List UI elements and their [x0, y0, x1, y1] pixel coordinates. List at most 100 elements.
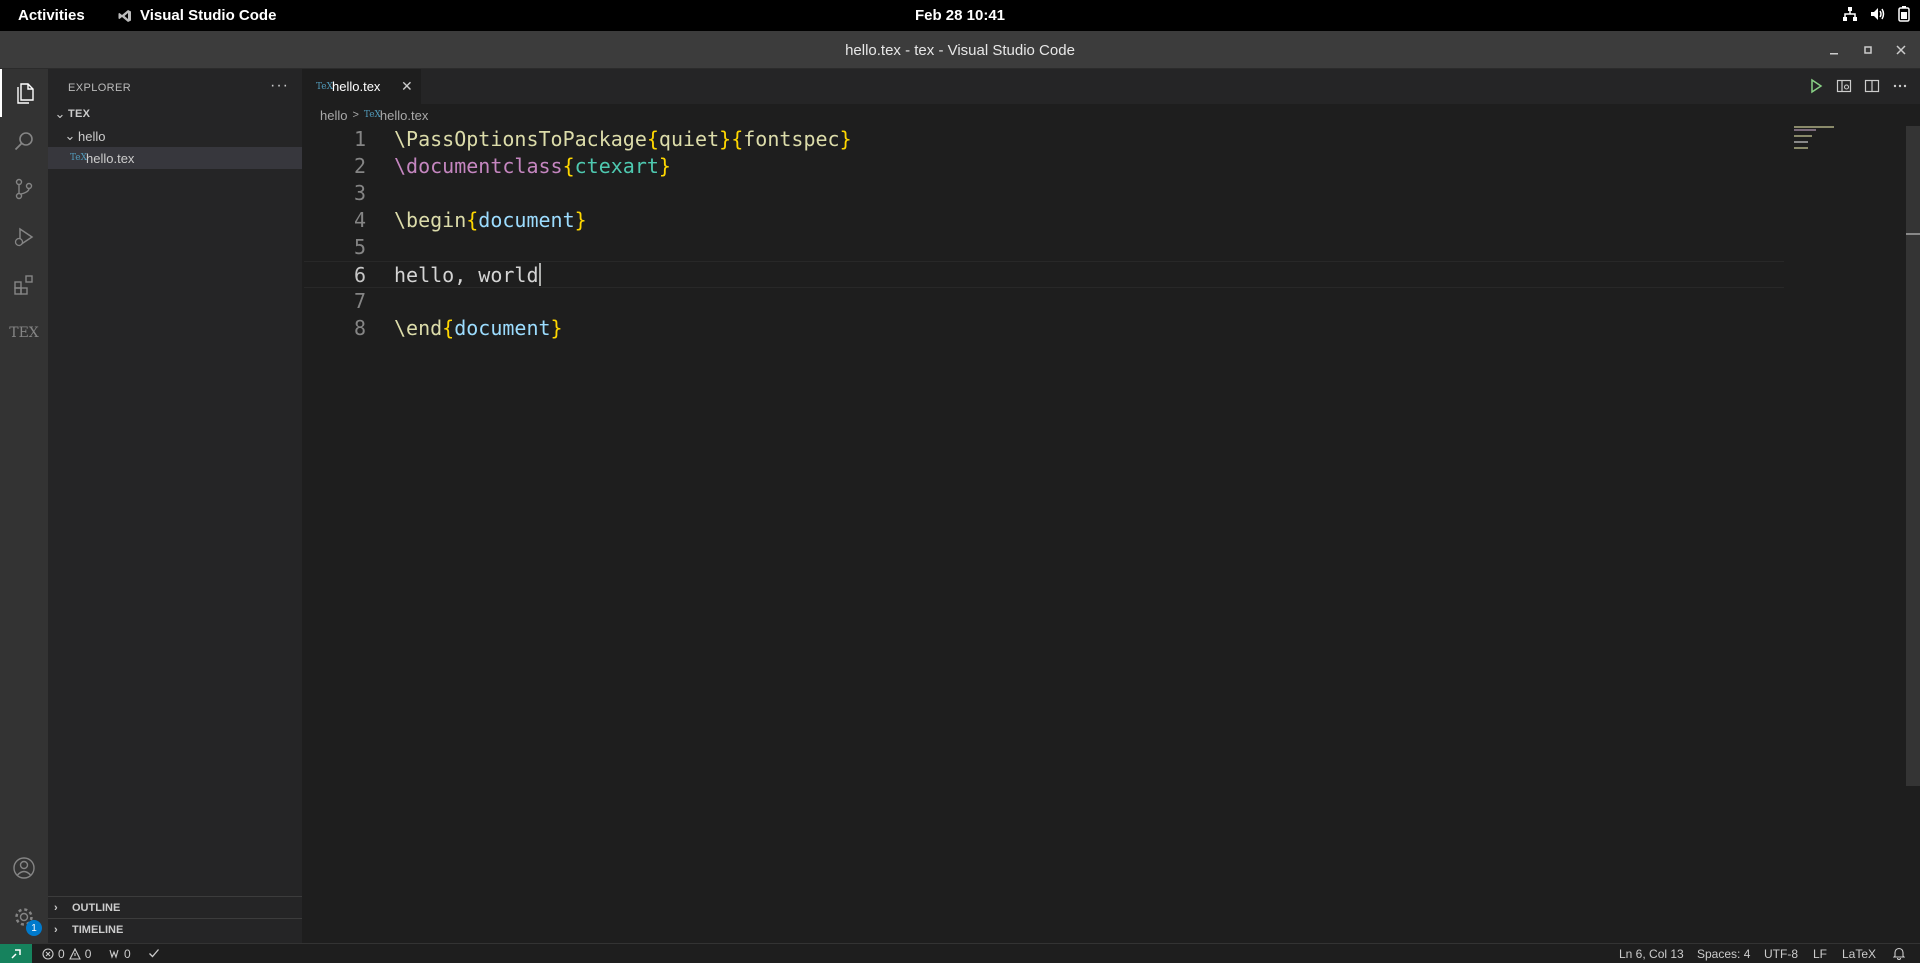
status-bar: 0 0 0 Ln 6, Col 13 Spaces: 4 UTF-8 LF La… — [0, 943, 1920, 963]
source-control-icon — [15, 178, 33, 200]
window-title-bar: hello.tex - tex - Visual Studio Code — [0, 31, 1920, 69]
workspace-root[interactable]: ⌄ TEX — [48, 103, 302, 125]
code-line[interactable]: 7 — [304, 288, 1784, 315]
code-text: hello, world — [394, 262, 541, 289]
activity-search[interactable] — [0, 117, 48, 165]
editor-tab-bar: TeX hello.tex ✕ — [304, 69, 1920, 104]
line-number: 4 — [353, 208, 366, 232]
tab-hello-tex[interactable]: TeX hello.tex ✕ — [304, 69, 421, 104]
line-number: 7 — [353, 289, 366, 313]
breadcrumb-folder[interactable]: hello — [320, 108, 347, 123]
ports-indicator[interactable]: 0 — [108, 947, 131, 961]
timeline-section[interactable]: › TIMELINE — [48, 918, 302, 940]
code-token: } — [839, 127, 852, 151]
ports-icon — [109, 949, 119, 959]
chevron-right-icon: › — [54, 901, 58, 914]
code-token: { — [466, 208, 479, 232]
language-mode[interactable]: LaTeX — [1842, 947, 1876, 961]
window-title: hello.tex - tex - Visual Studio Code — [845, 42, 1075, 59]
activity-tex[interactable]: TEX — [0, 309, 48, 357]
vertical-scrollbar[interactable] — [1906, 126, 1920, 786]
code-token: { — [731, 127, 744, 151]
activity-run-debug[interactable] — [0, 213, 48, 261]
run-icon[interactable] — [1808, 78, 1824, 94]
ports-count: 0 — [124, 947, 131, 961]
activities-button[interactable]: Activities — [18, 7, 85, 24]
warning-icon — [68, 948, 81, 960]
encoding[interactable]: UTF-8 — [1764, 947, 1798, 961]
activity-accounts[interactable] — [0, 844, 48, 892]
close-tab-icon[interactable]: ✕ — [401, 78, 413, 95]
system-tray[interactable] — [1842, 6, 1910, 22]
code-token: } — [719, 127, 732, 151]
explorer-title: EXPLORER — [68, 82, 132, 94]
line-number: 1 — [353, 127, 366, 151]
code-line[interactable]: 1 \PassOptionsToPackage{quiet}{fontspec} — [304, 126, 1784, 153]
check-icon — [149, 949, 159, 958]
more-actions-icon[interactable] — [1892, 78, 1908, 94]
activity-source-control[interactable] — [0, 165, 48, 213]
close-window-button[interactable] — [1891, 40, 1911, 60]
end-of-line[interactable]: LF — [1813, 947, 1827, 961]
code-token: ctexart — [574, 154, 659, 178]
explorer-more-button[interactable]: ··· — [270, 77, 289, 95]
indentation[interactable]: Spaces: 4 — [1697, 947, 1750, 961]
app-menu[interactable]: Visual Studio Code — [118, 7, 276, 24]
file-hello-tex-label: hello.tex — [86, 150, 135, 166]
folder-hello[interactable]: ⌄ hello — [48, 125, 302, 147]
search-icon — [14, 132, 33, 151]
code-text: \PassOptionsToPackage{quiet}{fontspec} — [394, 126, 852, 153]
code-token: \PassOptionsToPackage — [394, 127, 647, 151]
breadcrumb-separator: > — [352, 109, 359, 121]
code-line[interactable]: 2 \documentclass{ctexart} — [304, 153, 1784, 180]
code-line[interactable]: 6 hello, world — [304, 261, 1784, 288]
outline-section[interactable]: › OUTLINE — [48, 896, 302, 918]
folder-hello-label: hello — [78, 128, 106, 144]
line-number: 3 — [353, 181, 366, 205]
check-indicator[interactable] — [148, 947, 160, 959]
activity-extensions[interactable] — [0, 261, 48, 309]
accounts-icon — [13, 857, 35, 879]
code-token: \begin — [394, 208, 467, 232]
warning-count: 0 — [84, 947, 92, 961]
cursor-position[interactable]: Ln 6, Col 13 — [1619, 947, 1684, 961]
clock[interactable]: Feb 28 10:41 — [915, 7, 1005, 24]
code-line[interactable]: 4 \begin{document} — [304, 207, 1784, 234]
error-count: 0 — [58, 947, 65, 961]
code-line[interactable]: 8 \end{document} — [304, 315, 1784, 342]
close-icon — [1896, 45, 1906, 55]
code-text: \end{document} — [394, 315, 563, 342]
remote-indicator[interactable] — [0, 944, 32, 963]
preview-icon[interactable] — [1836, 78, 1852, 94]
code-token: fontspec — [743, 127, 840, 151]
file-hello-tex[interactable]: TeX hello.tex — [48, 147, 302, 169]
battery-icon — [1898, 6, 1910, 22]
code-editor[interactable]: 1 \PassOptionsToPackage{quiet}{fontspec} 2… — [304, 126, 1920, 943]
code-line[interactable]: 3 — [304, 180, 1784, 207]
system-top-bar: Activities Visual Studio Code Feb 28 10:… — [0, 0, 1920, 31]
code-token: { — [442, 316, 455, 340]
breadcrumb-file[interactable]: hello.tex — [380, 108, 428, 123]
line-number: 6 — [353, 263, 366, 287]
minimap[interactable] — [1794, 126, 1904, 166]
tex-file-icon: TeX — [316, 81, 334, 92]
code-token: document — [478, 208, 575, 232]
code-text: \documentclass{ctexart} — [394, 153, 671, 180]
network-icon — [1843, 7, 1857, 21]
code-token: } — [574, 208, 587, 232]
manage-badge: 1 — [26, 920, 42, 936]
minimize-button[interactable] — [1824, 40, 1844, 60]
problems-indicator[interactable]: 0 0 — [42, 947, 91, 961]
chevron-down-icon: ⌄ — [54, 106, 66, 121]
tex-file-icon: TeX — [363, 110, 381, 120]
code-token: \end — [394, 316, 443, 340]
activity-manage[interactable]: 1 — [0, 893, 48, 941]
split-editor-icon[interactable] — [1864, 78, 1880, 94]
notifications-button[interactable] — [1893, 947, 1905, 960]
activity-explorer[interactable] — [0, 69, 48, 117]
maximize-button[interactable] — [1858, 40, 1878, 60]
breadcrumb: hello > TeX hello.tex — [304, 104, 1920, 126]
code-line[interactable]: 5 — [304, 234, 1784, 261]
extensions-icon — [14, 275, 33, 295]
code-token: } — [658, 154, 671, 178]
